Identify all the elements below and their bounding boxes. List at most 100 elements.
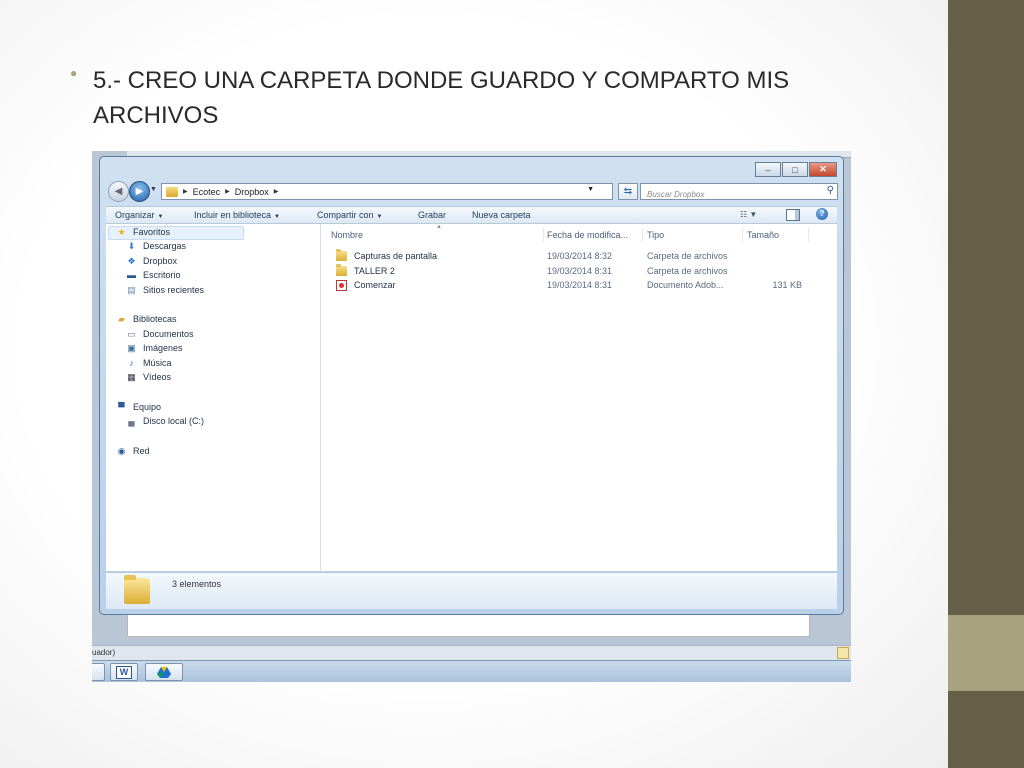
share-with-menu[interactable]: Compartir con ▼: [317, 210, 382, 220]
file-row-taller[interactable]: TALLER 2 19/03/2014 8:31 Carpeta de arch…: [321, 264, 837, 278]
nav-item-imagenes[interactable]: ▣ Imágenes: [126, 342, 182, 354]
word-status-text: uador): [92, 648, 116, 657]
forward-button[interactable]: ▶: [129, 181, 150, 202]
file-row-capturas[interactable]: Capturas de pantalla 19/03/2014 8:32 Car…: [321, 249, 837, 263]
view-list-icon: ☷: [740, 210, 748, 219]
maximize-button[interactable]: □: [782, 162, 808, 177]
pdf-icon: [336, 280, 347, 291]
details-pane: 3 elementos: [106, 572, 837, 609]
column-header-name[interactable]: Nombre: [331, 230, 363, 240]
videos-icon: ▦: [127, 371, 136, 382]
nav-item-sitios-recientes[interactable]: ▤ Sitios recientes: [126, 284, 204, 296]
file-type: Carpeta de archivos: [647, 266, 728, 276]
column-divider[interactable]: [742, 228, 743, 242]
file-name: Comenzar: [354, 280, 396, 290]
file-type: Documento Adob...: [647, 280, 724, 290]
navigation-row: ◀ ▶ ▼ ▶ Ecotec ▶ Dropbox ▶ ▼ ⇆ ⚲: [106, 180, 838, 202]
nav-item-escritorio[interactable]: ▬ Escritorio: [126, 270, 181, 280]
documents-icon: ▭: [127, 328, 136, 339]
status-corner-icon[interactable]: [837, 647, 849, 659]
nav-libraries[interactable]: ▰ Bibliotecas: [116, 313, 177, 325]
breadcrumb-ecotec[interactable]: Ecotec: [193, 187, 221, 197]
explorer-window: – □ ✕ ◀ ▶ ▼ ▶ Ecotec ▶ Dropbox ▶ ▼ ⇆ ⚲: [99, 156, 844, 615]
nav-item-disco-local[interactable]: ▄ Disco local (C:): [126, 416, 204, 426]
pictures-icon: ▣: [127, 342, 136, 353]
chevron-right-icon[interactable]: ▶: [225, 188, 230, 195]
file-date: 19/03/2014 8:32: [547, 251, 613, 261]
include-library-menu[interactable]: Incluir en biblioteca ▼: [194, 210, 280, 220]
chevron-down-icon: ▼: [376, 214, 383, 220]
address-dropdown-icon[interactable]: ▼: [587, 186, 594, 193]
address-bar[interactable]: ▶ Ecotec ▶ Dropbox ▶ ▼: [161, 183, 613, 200]
file-date: 19/03/2014 8:31: [547, 266, 613, 276]
star-icon: ★: [117, 226, 126, 237]
help-icon[interactable]: ?: [816, 208, 828, 220]
file-type: Carpeta de archivos: [647, 251, 728, 261]
column-divider[interactable]: [543, 228, 544, 242]
folder-icon: [124, 575, 150, 604]
chevron-down-icon: ▼: [749, 210, 758, 219]
minimize-button[interactable]: –: [755, 162, 781, 177]
taskbar-word-button[interactable]: W: [110, 663, 138, 681]
folder-icon: [336, 264, 347, 276]
arrow-left-icon: ◀: [114, 186, 123, 197]
chevron-down-icon: ▼: [157, 214, 164, 220]
breadcrumb-dropbox[interactable]: Dropbox: [235, 187, 269, 197]
command-bar: Organizar ▼ Incluir en biblioteca ▼ Compar…: [106, 206, 837, 224]
file-name: TALLER 2: [354, 266, 395, 276]
google-drive-icon: [157, 666, 171, 678]
taskbar-edge-button[interactable]: [92, 663, 105, 681]
new-folder-button[interactable]: Nueva carpeta: [472, 210, 531, 220]
nav-item-dropbox[interactable]: ❖ Dropbox: [126, 255, 177, 267]
file-size: 131 KB: [772, 280, 802, 290]
nav-item-videos[interactable]: ▦ Vídeos: [126, 371, 171, 383]
taskbar: W: [92, 660, 851, 682]
column-header-size[interactable]: Tamaño: [747, 230, 779, 240]
chevron-right-icon[interactable]: ▶: [183, 188, 188, 195]
music-icon: ♪: [129, 358, 134, 368]
column-header-type[interactable]: Tipo: [647, 230, 664, 240]
word-status-bar: uador): [92, 645, 851, 660]
change-view-button[interactable]: ☷ ▼: [740, 210, 757, 219]
nav-item-musica[interactable]: ♪ Música: [126, 358, 171, 368]
taskbar-drive-button[interactable]: [145, 663, 183, 681]
search-input[interactable]: [641, 188, 817, 201]
search-icon[interactable]: ⚲: [827, 185, 834, 196]
back-button[interactable]: ◀: [108, 181, 129, 202]
column-divider[interactable]: [642, 228, 643, 242]
file-row-comenzar[interactable]: Comenzar 19/03/2014 8:31 Documento Adob.…: [321, 279, 837, 292]
item-count: 3 elementos: [172, 579, 222, 589]
chevron-right-icon[interactable]: ▶: [274, 188, 279, 195]
file-list: ▲ Nombre Fecha de modifica... Tipo Tamañ…: [321, 224, 837, 571]
folder-icon: [336, 249, 347, 261]
burn-button[interactable]: Grabar: [418, 210, 446, 220]
downloads-folder-icon: ⬇: [127, 240, 136, 251]
nav-favorites[interactable]: ★ Favoritos: [116, 226, 170, 238]
nav-item-documentos[interactable]: ▭ Documentos: [126, 328, 193, 340]
column-divider[interactable]: [808, 228, 809, 242]
organize-menu[interactable]: Organizar ▼: [115, 210, 163, 220]
close-button[interactable]: ✕: [809, 162, 837, 177]
nav-network[interactable]: ◉ Red: [116, 445, 150, 457]
libraries-icon: ▰: [118, 313, 125, 324]
recent-places-icon: ▤: [127, 284, 136, 295]
screenshot-frame: uador) W – □ ✕ ◀ ▶ ▼ ▶ Ecotec ▶ Dropbox …: [92, 151, 851, 682]
recent-pages-dropdown[interactable]: ▼: [150, 186, 157, 193]
nav-item-descargas[interactable]: ⬇ Descargas: [126, 240, 186, 252]
nav-computer[interactable]: ▀ Equipo: [116, 402, 161, 412]
preview-pane-icon[interactable]: [786, 209, 800, 221]
search-box: ⚲: [640, 183, 838, 201]
network-icon: ◉: [117, 445, 126, 456]
column-header-date[interactable]: Fecha de modifica...: [547, 230, 628, 240]
refresh-button[interactable]: ⇆: [618, 183, 638, 200]
file-name: Capturas de pantalla: [354, 251, 438, 261]
navigation-pane: ★ Favoritos ⬇ Descargas ❖ Dropbox ▬ Escr…: [106, 224, 321, 571]
bullet-marker: ●: [70, 66, 78, 80]
refresh-icon: ⇆: [623, 186, 633, 197]
hard-drive-icon: ▄: [128, 416, 135, 426]
computer-icon: ▀: [118, 402, 125, 412]
dropbox-icon: ❖: [127, 255, 136, 266]
slide-bullet-text: 5.- CREO UNA CARPETA DONDE GUARDO Y COMP…: [93, 67, 790, 129]
chevron-down-icon: ▼: [274, 214, 280, 220]
slide-side-accent: [948, 615, 1024, 691]
